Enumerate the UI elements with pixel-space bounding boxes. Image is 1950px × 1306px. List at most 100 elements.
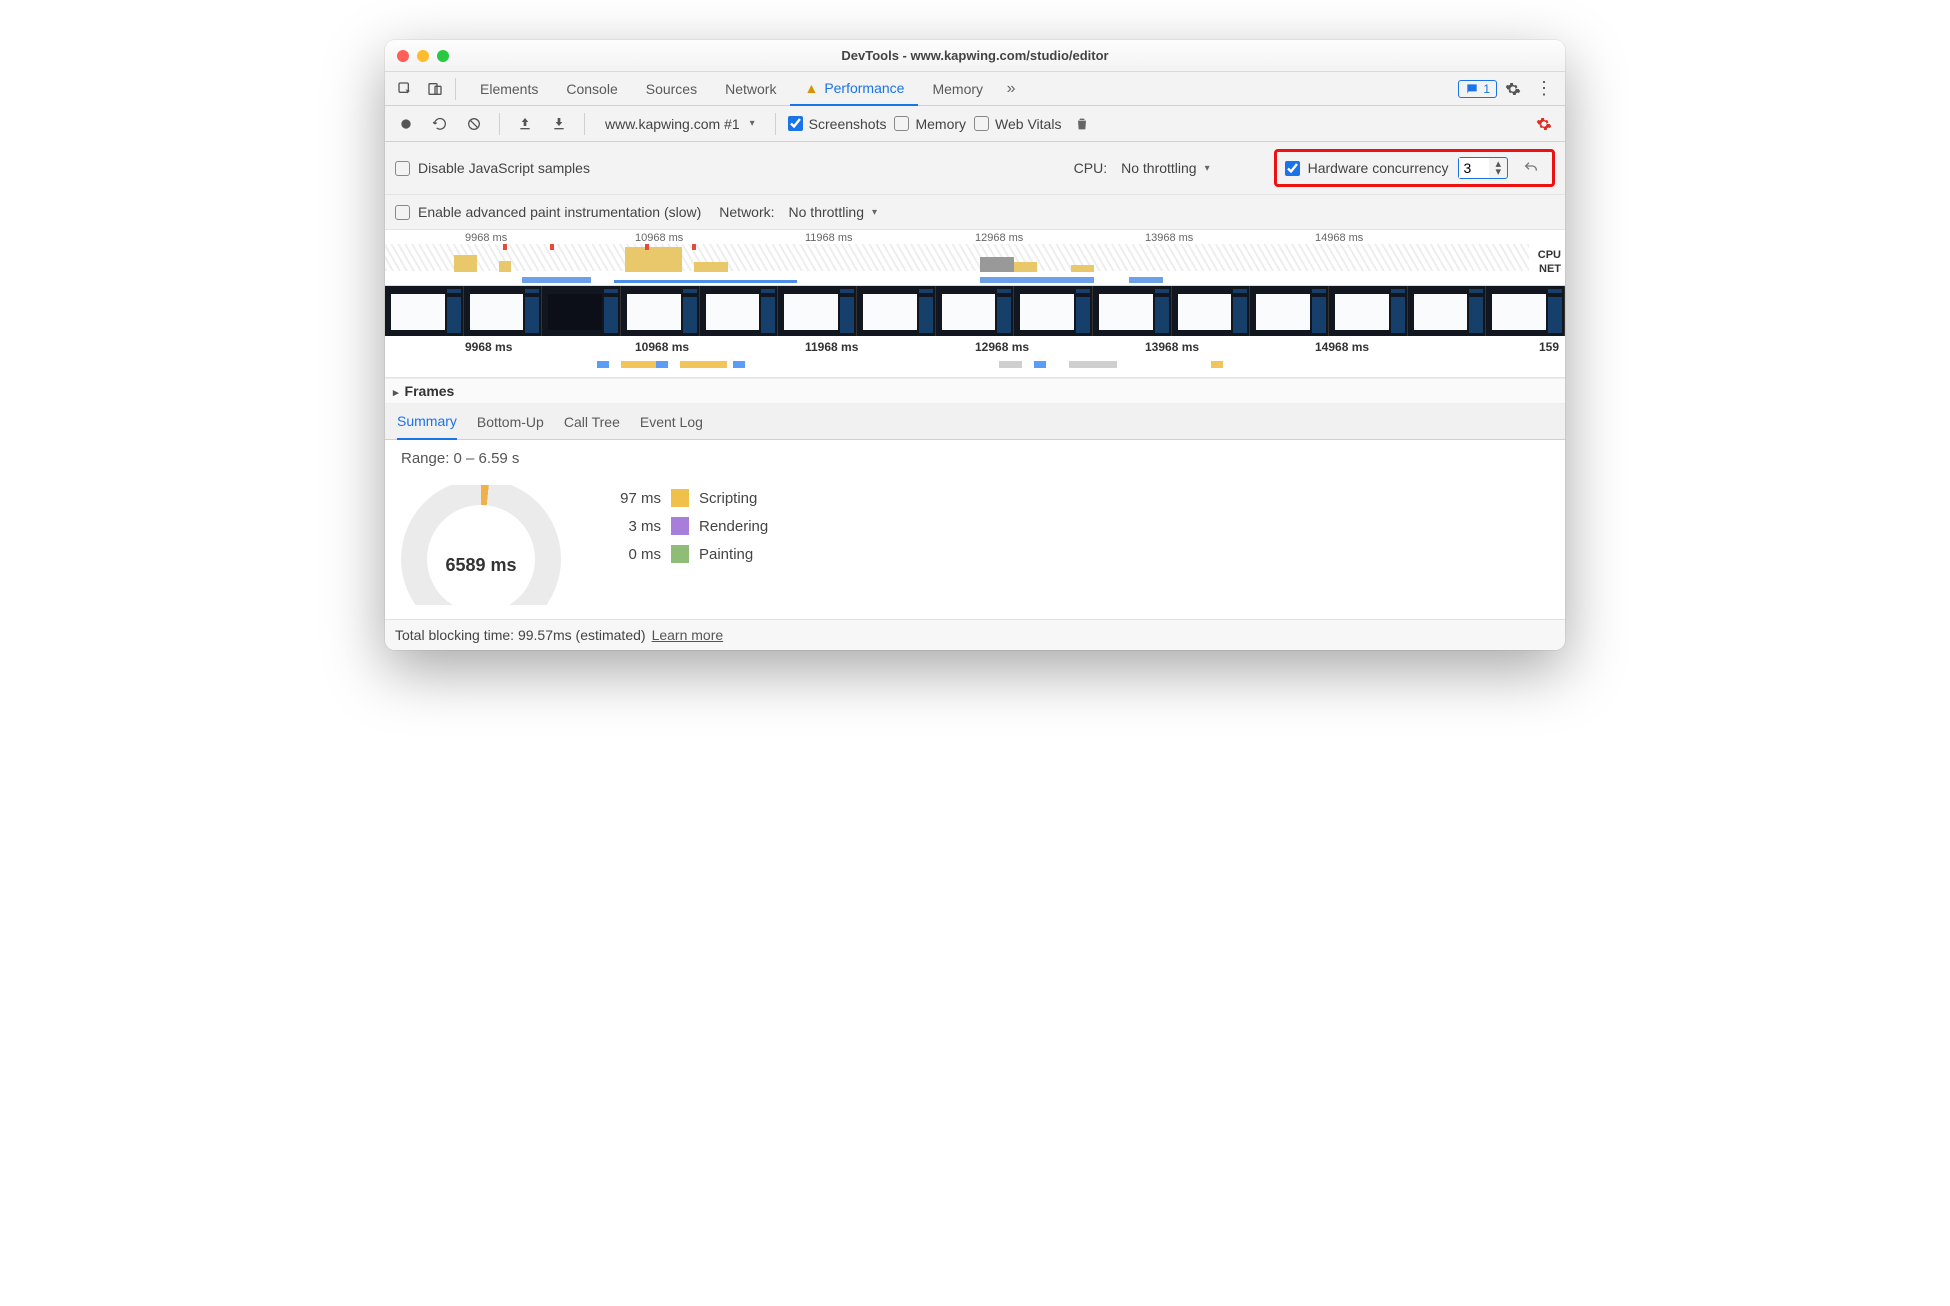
- donut-center-value: 6589 ms: [401, 555, 561, 576]
- hardware-concurrency-reset-icon[interactable]: [1518, 155, 1544, 181]
- screenshot-thumb[interactable]: [857, 286, 936, 336]
- cpu-label: CPU:: [1074, 160, 1107, 176]
- maximize-window-button[interactable]: [437, 50, 449, 62]
- tab-sources[interactable]: Sources: [632, 72, 711, 106]
- settings-icon[interactable]: [1499, 75, 1527, 103]
- flamechart-ruler[interactable]: 9968 ms 10968 ms 11968 ms 12968 ms 13968…: [385, 336, 1565, 358]
- overview-axis-labels: CPU NET: [1538, 248, 1561, 276]
- summary-legend: 97 ms Scripting 3 ms Rendering 0 ms Pain…: [601, 489, 768, 563]
- delete-recording-icon[interactable]: [1069, 111, 1095, 137]
- swatch-rendering: [671, 517, 689, 535]
- paint-instr-checkbox[interactable]: [395, 205, 410, 220]
- hardware-concurrency-toggle[interactable]: Hardware concurrency: [1285, 160, 1449, 176]
- tab-performance[interactable]: ▲ Performance: [790, 72, 918, 106]
- window-controls: [397, 50, 449, 62]
- disable-js-samples-toggle[interactable]: Disable JavaScript samples: [395, 160, 590, 176]
- overview-ticks: 9968 ms 10968 ms 11968 ms 12968 ms 13968…: [385, 230, 1565, 244]
- reload-record-button[interactable]: [427, 111, 453, 137]
- screenshot-thumb[interactable]: [1486, 286, 1565, 336]
- toggle-device-icon[interactable]: [421, 75, 449, 103]
- swatch-scripting: [671, 489, 689, 507]
- paint-instrumentation-toggle[interactable]: Enable advanced paint instrumentation (s…: [395, 204, 701, 220]
- cpu-throttle-select[interactable]: No throttling: [1115, 158, 1216, 178]
- issues-badge[interactable]: 1: [1458, 80, 1497, 98]
- summary-panel: Range: 0 – 6.59 s 6589 ms 97 ms Scriptin…: [385, 440, 1565, 619]
- screenshot-thumb[interactable]: [936, 286, 1015, 336]
- legend-row-scripting: 97 ms Scripting: [601, 489, 768, 507]
- tab-memory[interactable]: Memory: [918, 72, 997, 106]
- window-title: DevTools - www.kapwing.com/studio/editor: [385, 48, 1565, 63]
- screenshot-thumb[interactable]: [1250, 286, 1329, 336]
- tab-elements[interactable]: Elements: [466, 72, 552, 106]
- long-task-marker: [550, 244, 554, 250]
- screenshots-checkbox[interactable]: [788, 116, 803, 131]
- more-tabs-icon[interactable]: »: [997, 75, 1025, 103]
- load-profile-icon[interactable]: [512, 111, 538, 137]
- screenshot-thumb[interactable]: [1172, 286, 1251, 336]
- network-throttle-select[interactable]: No throttling: [783, 202, 884, 222]
- panel-tabs-row: Elements Console Sources Network ▲ Perfo…: [385, 72, 1565, 106]
- long-task-marker: [692, 244, 696, 250]
- screenshot-thumb[interactable]: [385, 286, 464, 336]
- tab-console[interactable]: Console: [552, 72, 631, 106]
- screenshot-thumb[interactable]: [778, 286, 857, 336]
- screenshots-toggle[interactable]: Screenshots: [788, 116, 887, 132]
- screenshot-thumb[interactable]: [1329, 286, 1408, 336]
- minimize-window-button[interactable]: [417, 50, 429, 62]
- disable-js-checkbox[interactable]: [395, 161, 410, 176]
- tab-event-log[interactable]: Event Log: [640, 404, 703, 440]
- frames-section-header[interactable]: Frames: [385, 378, 1565, 404]
- learn-more-link[interactable]: Learn more: [652, 627, 724, 643]
- screenshot-thumb[interactable]: [621, 286, 700, 336]
- overview-net-graph: [385, 277, 1529, 283]
- panel-tabs: Elements Console Sources Network ▲ Perfo…: [466, 72, 1025, 106]
- flamechart-strip[interactable]: [385, 358, 1565, 378]
- screenshot-thumb[interactable]: [1408, 286, 1487, 336]
- clear-button[interactable]: [461, 111, 487, 137]
- divider: [775, 113, 776, 135]
- screenshot-thumb[interactable]: [1093, 286, 1172, 336]
- swatch-painting: [671, 545, 689, 563]
- tab-summary[interactable]: Summary: [397, 404, 457, 440]
- capture-options-row-2: Enable advanced paint instrumentation (s…: [385, 195, 1565, 230]
- memory-checkbox[interactable]: [894, 116, 909, 131]
- screenshot-thumb[interactable]: [700, 286, 779, 336]
- disclosure-triangle-icon: [393, 383, 399, 399]
- recording-selector[interactable]: www.kapwing.com #1: [597, 114, 763, 134]
- screenshot-thumb[interactable]: [1014, 286, 1093, 336]
- overview-cpu-graph: [385, 244, 1529, 272]
- capture-settings-icon[interactable]: [1531, 111, 1557, 137]
- summary-donut-chart: 6589 ms: [401, 485, 561, 605]
- hardware-concurrency-checkbox[interactable]: [1285, 161, 1300, 176]
- screenshots-filmstrip[interactable]: [385, 286, 1565, 336]
- memory-toggle[interactable]: Memory: [894, 116, 966, 132]
- more-options-icon[interactable]: ⋮: [1529, 78, 1559, 99]
- timeline-overview[interactable]: 9968 ms 10968 ms 11968 ms 12968 ms 13968…: [385, 230, 1565, 286]
- long-task-marker: [503, 244, 507, 250]
- performance-toolbar: www.kapwing.com #1 Screenshots Memory We…: [385, 106, 1565, 142]
- hardware-concurrency-input[interactable]: ▴▾: [1458, 157, 1508, 179]
- legend-row-painting: 0 ms Painting: [601, 545, 768, 563]
- legend-row-rendering: 3 ms Rendering: [601, 517, 768, 535]
- titlebar: DevTools - www.kapwing.com/studio/editor: [385, 40, 1565, 72]
- tab-call-tree[interactable]: Call Tree: [564, 404, 620, 440]
- divider: [455, 78, 456, 100]
- save-profile-icon[interactable]: [546, 111, 572, 137]
- tab-network[interactable]: Network: [711, 72, 790, 106]
- stepper-icon[interactable]: ▴▾: [1489, 160, 1507, 176]
- screenshot-thumb[interactable]: [542, 286, 621, 336]
- close-window-button[interactable]: [397, 50, 409, 62]
- inspect-element-icon[interactable]: [391, 75, 419, 103]
- webvitals-toggle[interactable]: Web Vitals: [974, 116, 1061, 132]
- tab-bottom-up[interactable]: Bottom-Up: [477, 404, 544, 440]
- screenshot-thumb[interactable]: [464, 286, 543, 336]
- divider: [584, 113, 585, 135]
- hardware-concurrency-highlight: Hardware concurrency ▴▾: [1274, 149, 1555, 187]
- divider: [499, 113, 500, 135]
- cpu-throttle-group: CPU: No throttling: [1074, 158, 1216, 178]
- hardware-concurrency-field[interactable]: [1459, 158, 1489, 178]
- record-button[interactable]: [393, 111, 419, 137]
- range-label: Range: 0 – 6.59 s: [401, 450, 1549, 467]
- webvitals-checkbox[interactable]: [974, 116, 989, 131]
- warning-icon: ▲: [804, 80, 818, 96]
